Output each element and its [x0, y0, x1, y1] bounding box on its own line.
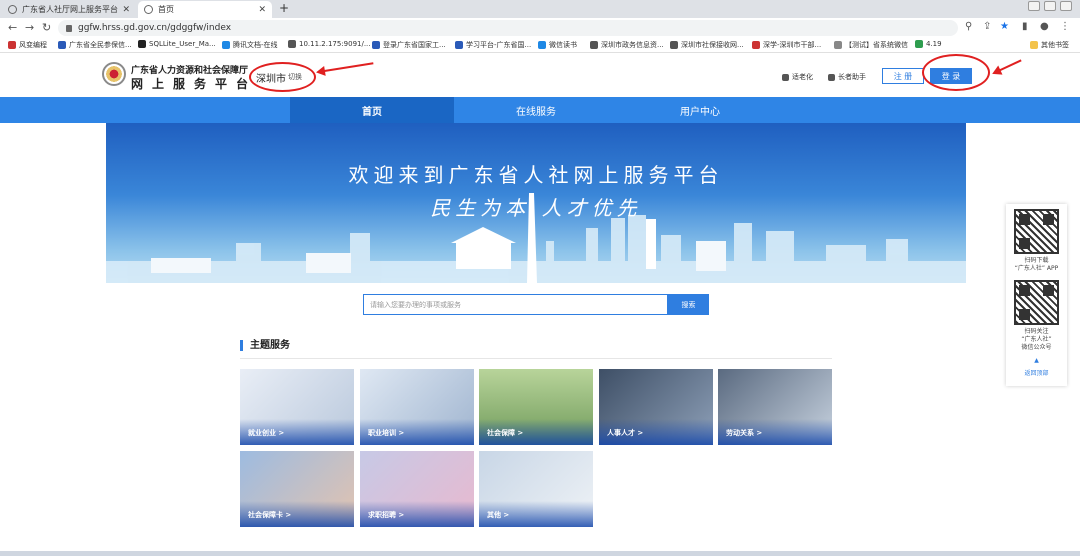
service-card-labor-relations[interactable]: 劳动关系 >: [718, 369, 832, 445]
bookmark-item[interactable]: 10.11.2.175:9091/...: [288, 40, 371, 48]
browser-tab[interactable]: 广东省人社厅网上服务平台 ✕: [2, 1, 136, 18]
window-controls: [1028, 1, 1072, 11]
qr-caption: 微信公众号: [1021, 344, 1052, 351]
app-qr-code: [1014, 209, 1059, 254]
back-arrow-icon[interactable]: ←: [8, 21, 17, 34]
main-nav: 首页 在线服务 用户中心: [0, 97, 1080, 123]
taskbar: [0, 551, 1080, 556]
section-divider: [240, 358, 832, 359]
section-title: 主题服务: [240, 340, 290, 351]
globe-icon: [8, 5, 17, 14]
bookmark-item[interactable]: 学习平台-广东省国...: [455, 40, 531, 50]
emblem-logo: [102, 62, 126, 86]
annotation-circle: [249, 62, 316, 92]
hero-banner: 欢迎来到广东省人社网上服务平台 民生为本 人才优先: [106, 123, 966, 283]
service-card-personnel[interactable]: 人事人才 >: [599, 369, 713, 445]
elder-assistant-button[interactable]: 长者助手: [828, 72, 866, 82]
back-to-top-button[interactable]: 返回顶部: [1006, 368, 1067, 377]
forward-arrow-icon[interactable]: →: [25, 21, 34, 34]
service-card-other[interactable]: 其他 >: [479, 451, 593, 527]
bookmark-item[interactable]: 登录广东省国家工...: [372, 40, 446, 50]
url-field[interactable]: ggfw.hrss.gd.gov.cn/gdggfw/index: [58, 20, 958, 36]
nav-user-center[interactable]: 用户中心: [618, 97, 782, 123]
qr-caption: 扫码关注: [1024, 328, 1049, 335]
bookmark-item[interactable]: SQLLite_User_Ma...: [138, 40, 216, 48]
banner-slogan: 民生为本 人才优先: [430, 196, 642, 220]
qr-caption: “广东人社”: [1021, 336, 1052, 343]
platform-name: 网上服务平台: [131, 77, 258, 91]
restore-icon[interactable]: [1044, 1, 1056, 11]
star-icon[interactable]: ★: [1000, 21, 1009, 32]
qr-caption: “广东人社” APP: [1014, 265, 1059, 272]
browser-tab-active[interactable]: 首页 ✕: [138, 1, 272, 18]
search-button[interactable]: 搜索: [668, 294, 709, 315]
card-label: 其他 >: [487, 511, 510, 519]
bookmark-item[interactable]: 深圳市社保接收网...: [670, 40, 744, 50]
nav-online-service[interactable]: 在线服务: [454, 97, 618, 123]
bookmark-item[interactable]: 广东省全民参保信...: [58, 40, 132, 50]
bookmarks-bar: 风变编程 广东省全民参保信... SQLLite_User_Ma... 腾讯文档…: [0, 38, 1080, 53]
globe-icon: [144, 5, 153, 14]
bookmark-item[interactable]: 【测试】省系统微信: [834, 40, 908, 50]
wechat-qr-code: [1014, 280, 1059, 325]
url-text: ggfw.hrss.gd.gov.cn/gdggfw/index: [78, 23, 232, 33]
card-label: 求职招聘 >: [368, 511, 405, 519]
service-card-job-recruitment[interactable]: 求职招聘 >: [360, 451, 474, 527]
service-card-employment[interactable]: 就业创业 >: [240, 369, 354, 445]
lock-icon: [66, 24, 72, 32]
qr-caption: 扫码下载: [1024, 257, 1049, 264]
register-button[interactable]: 注 册: [882, 68, 924, 84]
search-input[interactable]: 请输入您要办理的事项或服务: [363, 294, 668, 315]
bookmark-item[interactable]: 腾讯文档-在线: [222, 40, 278, 50]
other-bookmarks[interactable]: 其他书签: [1030, 40, 1069, 50]
banner-title: 欢迎来到广东省人社网上服务平台: [348, 163, 724, 187]
service-card-social-security[interactable]: 社会保障 >: [479, 369, 593, 445]
service-card-ss-card[interactable]: 社会保障卡 >: [240, 451, 354, 527]
elderly-mode-button[interactable]: 适老化: [782, 72, 813, 82]
share-icon[interactable]: ⇪: [983, 21, 991, 32]
float-panel: 扫码下载 “广东人社” APP 扫码关注 “广东人社” 微信公众号 ▲ 返回顶部: [1006, 204, 1067, 386]
up-arrow-icon: ▲: [1034, 357, 1039, 364]
card-label: 社会保障 >: [487, 429, 524, 437]
annotation-arrow: [993, 59, 1022, 74]
annotation-arrow: [317, 62, 374, 73]
bookmark-item[interactable]: 风变编程: [8, 40, 47, 50]
nav-home[interactable]: 首页: [290, 97, 454, 123]
card-label: 社会保障卡 >: [248, 511, 292, 519]
address-bar-row: ← → ↻ ggfw.hrss.gd.gov.cn/gdggfw/index ⚲…: [0, 18, 1080, 38]
card-label: 人事人才 >: [607, 429, 644, 437]
card-label: 就业创业 >: [248, 429, 285, 437]
close-window-icon[interactable]: [1060, 1, 1072, 11]
minimize-icon[interactable]: [1028, 1, 1040, 11]
zoom-icon[interactable]: ⚲: [965, 21, 972, 32]
new-tab-icon[interactable]: +: [279, 1, 289, 15]
elderly-icon: [782, 73, 789, 81]
close-icon[interactable]: ✕: [122, 5, 130, 15]
menu-icon[interactable]: ⋮: [1060, 21, 1070, 32]
card-label: 职业培训 >: [368, 429, 405, 437]
accessibility-icon: [828, 73, 835, 81]
browser-tab-strip: 广东省人社厅网上服务平台 ✕ 首页 ✕ +: [0, 0, 1080, 18]
tab-title: 首页: [158, 5, 174, 14]
site-header: 广东省人力资源和社会保障厅 网上服务平台 深圳市 切换 适老化 长者助手 注 册…: [0, 54, 1080, 97]
card-label: 劳动关系 >: [726, 429, 763, 437]
service-card-training[interactable]: 职业培训 >: [360, 369, 474, 445]
annotation-circle: [922, 54, 990, 91]
bookmark-item[interactable]: 4.19: [915, 40, 942, 48]
reload-icon[interactable]: ↻: [42, 21, 51, 34]
tab-title: 广东省人社厅网上服务平台: [22, 5, 118, 14]
bookmark-item[interactable]: 微信读书: [538, 40, 577, 50]
sidepanel-icon[interactable]: ▮: [1022, 21, 1028, 32]
close-icon[interactable]: ✕: [258, 5, 266, 15]
bookmark-item[interactable]: 深圳市政务信息资...: [590, 40, 664, 50]
bookmark-item[interactable]: 深学-深圳市干部...: [752, 40, 821, 50]
profile-icon[interactable]: ●: [1040, 21, 1049, 32]
